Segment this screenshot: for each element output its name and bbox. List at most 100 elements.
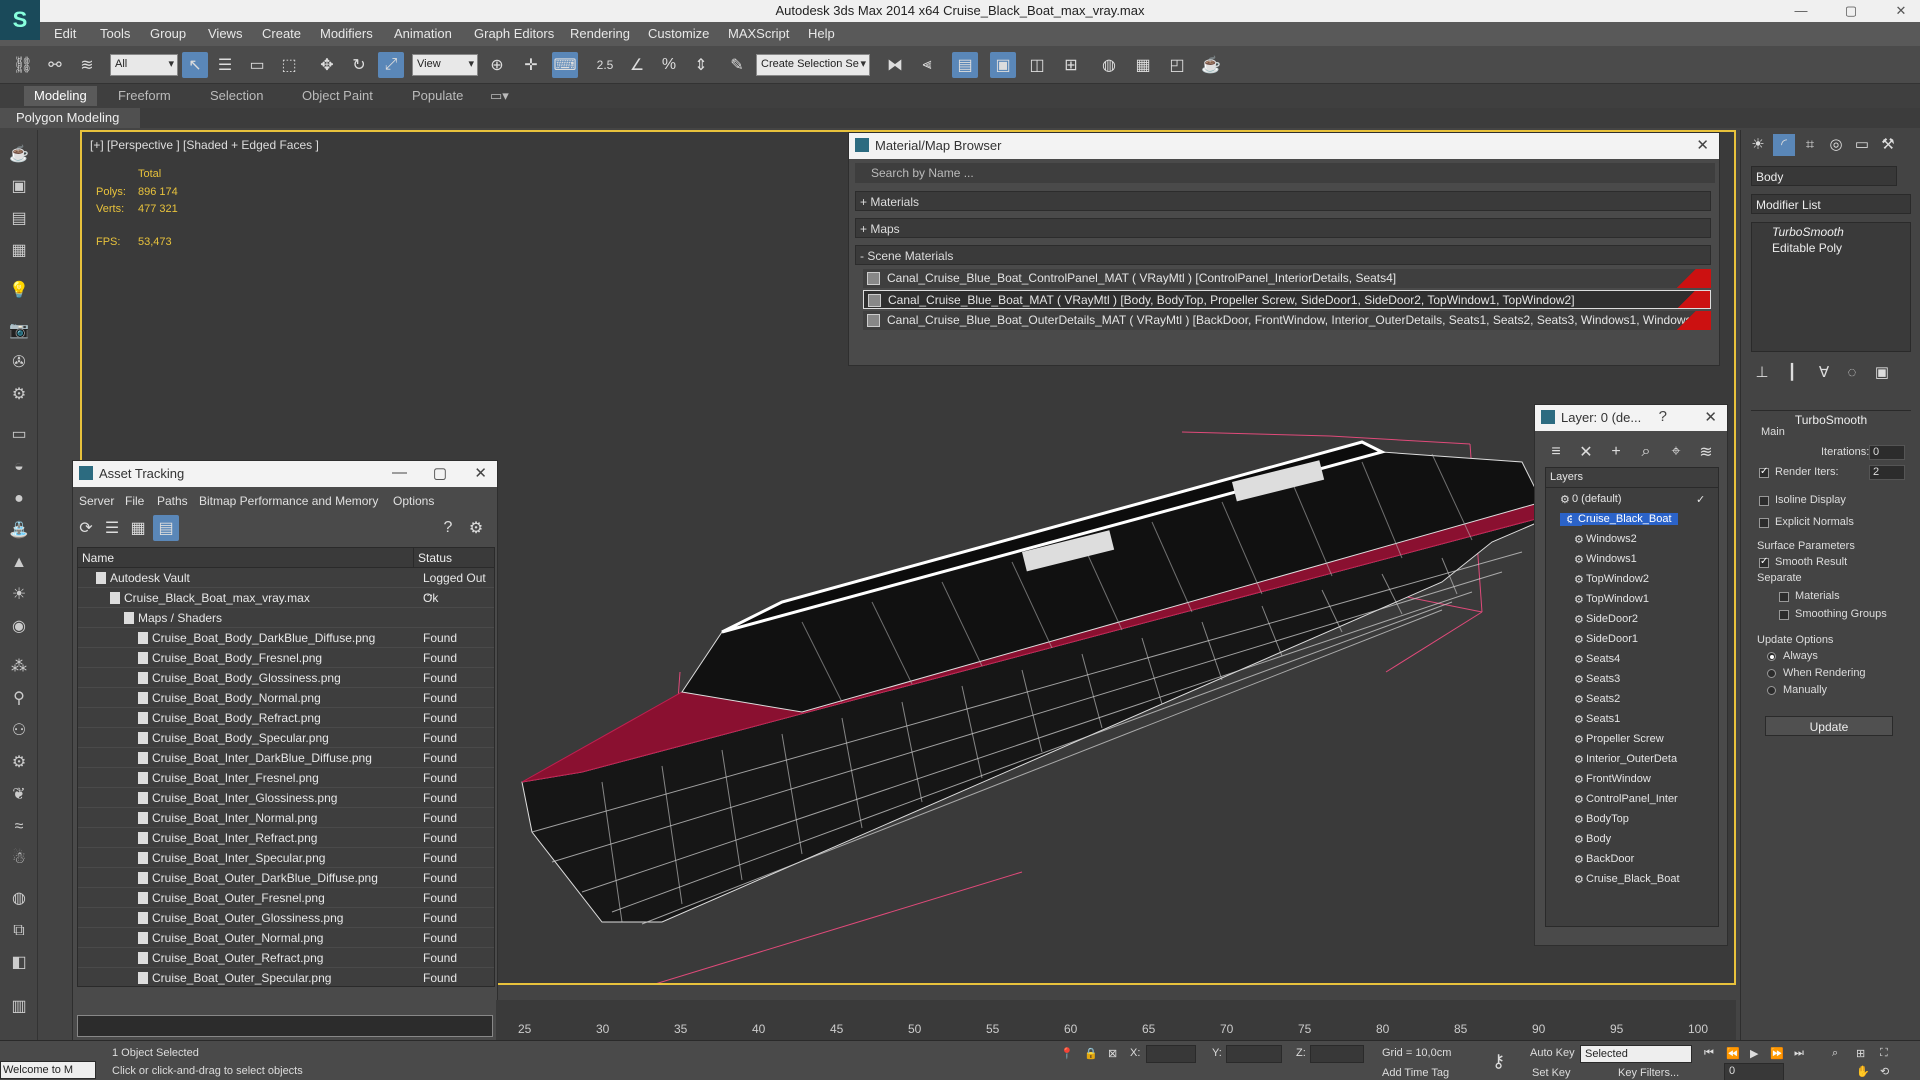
- create-layer-icon[interactable]: ≡: [1543, 439, 1569, 465]
- layer-manager-icon[interactable]: ▤: [952, 52, 978, 78]
- material-row[interactable]: Canal_Cruise_Blue_Boat_OuterDetails_MAT …: [863, 311, 1711, 330]
- group-materials[interactable]: + Materials: [855, 191, 1711, 211]
- column-header-name[interactable]: Name: [78, 548, 414, 568]
- sun-icon[interactable]: ☀: [8, 584, 30, 606]
- zoom-all-icon[interactable]: ⊞: [1856, 1047, 1865, 1060]
- layer-item[interactable]: ⚙ FrontWindow: [1546, 770, 1718, 790]
- named-selection-set-dropdown[interactable]: Create Selection Se: [756, 54, 870, 76]
- table-row[interactable]: Cruise_Boat_Inter_Fresnel.png Found: [78, 768, 494, 788]
- maxscript-listener[interactable]: Welcome to M: [0, 1061, 96, 1079]
- ribbon-tab-selection[interactable]: Selection: [210, 88, 263, 103]
- rect-selection-icon[interactable]: ▭: [244, 52, 270, 78]
- table-row[interactable]: Cruise_Boat_Outer_Normal.png Found: [78, 928, 494, 948]
- render-iters-spinner[interactable]: 2: [1869, 465, 1905, 480]
- curve-editor-icon[interactable]: ◫: [1024, 52, 1050, 78]
- table-row[interactable]: Cruise_Boat_Inter_DarkBlue_Diffuse.png Fo…: [78, 748, 494, 768]
- align-icon[interactable]: ⫷: [914, 52, 940, 78]
- select-object-icon[interactable]: ↖: [182, 52, 208, 78]
- table-row[interactable]: Cruise_Boat_Body_Fresnel.png Found: [78, 648, 494, 668]
- isoline-display-checkbox[interactable]: [1759, 496, 1769, 506]
- help-icon[interactable]: ?: [435, 515, 461, 541]
- menu-create[interactable]: Create: [262, 26, 301, 41]
- play-icon[interactable]: ▶: [1750, 1047, 1758, 1060]
- update-when-rendering-radio[interactable]: [1767, 669, 1776, 678]
- layer-item[interactable]: ⚙ Windows1: [1546, 550, 1718, 570]
- material-browser-close-button[interactable]: ✕: [1696, 136, 1709, 154]
- spacewarp-icon[interactable]: ⚙: [8, 384, 30, 406]
- layers-icon[interactable]: ▤: [8, 208, 30, 230]
- ribbon-tab-modeling[interactable]: Modeling: [24, 86, 97, 106]
- lock-icon[interactable]: 🔒: [1084, 1047, 1098, 1060]
- layer-item[interactable]: ⚙ SideDoor2: [1546, 610, 1718, 630]
- misc-icon[interactable]: ▥: [8, 996, 30, 1018]
- menu-views[interactable]: Views: [208, 26, 242, 41]
- teapot-icon[interactable]: ☕: [8, 144, 30, 166]
- asset-tracking-close-button[interactable]: ✕: [474, 464, 487, 482]
- asset-path-input[interactable]: [77, 1015, 493, 1037]
- at-menu-server[interactable]: Server: [79, 494, 114, 508]
- render-icon[interactable]: ⧉: [8, 920, 30, 942]
- table-view-icon[interactable]: ▤: [153, 515, 179, 541]
- prev-frame-icon[interactable]: ⏪: [1726, 1047, 1740, 1060]
- layer-item[interactable]: ⚙ Interior_OuterDeta: [1546, 750, 1718, 770]
- group-maps[interactable]: + Maps: [855, 218, 1711, 238]
- character-icon[interactable]: ☃: [8, 848, 30, 870]
- menu-rendering[interactable]: Rendering: [570, 26, 630, 41]
- window-crossing-icon[interactable]: ⬚: [276, 52, 302, 78]
- refresh-icon[interactable]: ⟳: [73, 515, 99, 541]
- menu-edit[interactable]: Edit: [54, 26, 76, 41]
- box-icon[interactable]: ▣: [8, 176, 30, 198]
- stack-item-editable-poly[interactable]: Editable Poly: [1772, 241, 1842, 255]
- layer-item[interactable]: ⚙ Seats3: [1546, 670, 1718, 690]
- layer-item[interactable]: ⚙ Cruise_Black_Boat: [1546, 870, 1718, 890]
- add-to-layer-icon[interactable]: +: [1603, 439, 1629, 465]
- table-row[interactable]: Cruise_Boat_Outer_Specular.png Found: [78, 968, 494, 986]
- move-icon[interactable]: ✥: [314, 52, 340, 78]
- material-search-input[interactable]: Search by Name ...: [855, 163, 1715, 183]
- table-row[interactable]: Cruise_Boat_Body_Specular.png Found: [78, 728, 494, 748]
- edit-named-selection-icon[interactable]: ✎: [724, 52, 750, 78]
- layer-item[interactable]: ⚙ ControlPanel_Inter: [1546, 790, 1718, 810]
- y-coordinate-field[interactable]: [1226, 1045, 1282, 1063]
- layer-item[interactable]: ⚙ Seats4: [1546, 650, 1718, 670]
- separate-materials-checkbox[interactable]: [1779, 592, 1789, 602]
- z-coordinate-field[interactable]: [1310, 1045, 1364, 1063]
- layer-item[interactable]: ⚙ Cruise_Black_Boat: [1546, 510, 1718, 530]
- table-row[interactable]: Cruise_Boat_Inter_Refract.png Found: [78, 828, 494, 848]
- percent-snap-icon[interactable]: %: [656, 52, 682, 78]
- graphite-ribbon-icon[interactable]: ▣: [990, 52, 1016, 78]
- menu-customize[interactable]: Customize: [648, 26, 709, 41]
- select-in-layer-icon[interactable]: ⌕: [1633, 439, 1659, 465]
- at-menu-options[interactable]: Options: [393, 494, 434, 508]
- render-iters-checkbox[interactable]: [1759, 466, 1769, 478]
- rotate-icon[interactable]: ↻: [346, 52, 372, 78]
- layer-item[interactable]: ⚙ Body: [1546, 830, 1718, 850]
- update-always-radio[interactable]: [1767, 652, 1776, 661]
- pin-icon[interactable]: 📍: [1060, 1047, 1074, 1060]
- set-key-button[interactable]: Set Key: [1532, 1067, 1571, 1079]
- layer-item[interactable]: ⚙ TopWindow1: [1546, 590, 1718, 610]
- table-row[interactable]: Cruise_Boat_Outer_DarkBlue_Diffuse.png Fo…: [78, 868, 494, 888]
- menu-animation[interactable]: Animation: [394, 26, 452, 41]
- smooth-result-checkbox[interactable]: [1759, 556, 1769, 568]
- at-menu-bitmap-performance[interactable]: Bitmap Performance and Memory: [199, 494, 378, 508]
- bind-space-warp-icon[interactable]: ≋: [74, 52, 100, 78]
- particles-icon[interactable]: ⁂: [8, 656, 30, 678]
- render-production-icon[interactable]: ☕: [1198, 52, 1224, 78]
- ribbon-tab-populate[interactable]: Populate: [412, 88, 463, 103]
- table-row[interactable]: Cruise_Boat_Body_Normal.png Found: [78, 688, 494, 708]
- menu-group[interactable]: Group: [150, 26, 186, 41]
- link-icon[interactable]: ⛓: [10, 52, 36, 78]
- angle-snap-icon[interactable]: ∠: [624, 52, 650, 78]
- add-time-tag[interactable]: Add Time Tag: [1382, 1067, 1449, 1079]
- keyboard-shortcut-override-icon[interactable]: ⌨: [552, 52, 578, 78]
- table-row[interactable]: Cruise_Boat_Outer_Glossiness.png Found: [78, 908, 494, 928]
- key-filters-button[interactable]: Key Filters...: [1618, 1067, 1679, 1079]
- layer-manager-titlebar[interactable]: Layer: 0 (de... ? ✕: [1535, 405, 1727, 431]
- asset-tracking-maximize-button[interactable]: ▢: [433, 464, 447, 482]
- pivot-center-icon[interactable]: ⊕: [484, 52, 510, 78]
- layer-item[interactable]: ⚙ Propeller Screw: [1546, 730, 1718, 750]
- render-setup-icon[interactable]: ▦: [1130, 52, 1156, 78]
- table-row[interactable]: Cruise_Boat_Outer_Refract.png Found: [78, 948, 494, 968]
- layer-item[interactable]: ⚙ Windows2: [1546, 530, 1718, 550]
